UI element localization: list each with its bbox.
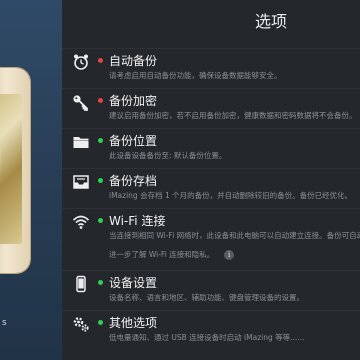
archive-tray-icon [72,173,90,191]
device-screen [0,94,22,244]
option-label: 备份存档 [109,174,158,188]
option-backup-encryption[interactable]: 备份加密 建议启用备份加密，若不启用备份加密，健康数据和密码数据将不会备份。 [62,88,360,128]
device-image [0,68,30,273]
folder-icon [72,133,90,151]
phone-icon [72,275,90,293]
wifi-privacy-link[interactable]: 进一步了解 Wi-Fi 连接和隐私。 [109,250,214,259]
option-description: 请考虑启用自动备份功能，确保设备数据能够安全。 [109,71,282,80]
option-description: 设备名称、语言和地区、辅助功能、键盘管理设备的设置。 [109,293,304,302]
status-dot [98,58,103,63]
option-backup-archive[interactable]: 备份存档 iMazing 会存档 1 个月的备份，并自动删除较旧的备份。备份已经… [62,168,360,208]
option-label: 设备设置 [109,276,158,290]
info-icon[interactable]: i [224,250,235,260]
option-label: Wi-Fi 连接 [109,214,166,228]
status-dot [98,138,103,143]
option-wifi-connection[interactable]: Wi-Fi 连接 当连接到相同 Wi-Fi 网络时，此设备和此电脑可以自动建立连… [62,208,360,270]
options-panel: 选项 自动备份 请考虑启用自动备份功能，确保设备数据能够安全。 备份加密 建议启… [62,0,360,360]
option-description: 当连接到相同 Wi-Fi 网络时，此设备和此电脑可以自动建立连接。备份可自动 [109,231,360,240]
wifi-icon [72,213,90,231]
option-backup-location[interactable]: 备份位置 此设备设备备份至: 默认备份位置。 [62,128,360,168]
key-icon [72,93,90,111]
page-title: 选项 [254,12,287,31]
status-dot [98,320,103,325]
status-dot [98,98,103,103]
option-description: 此设备设备备份至: 默认备份位置。 [109,151,227,160]
device-footer-text: s [2,318,7,328]
option-description: 建议启用备份加密，若不启用备份加密，健康数据和密码数据将不会备份。 [109,111,357,120]
option-device-settings[interactable]: 设备设置 设备名称、语言和地区、辅助功能、键盘管理设备的设置。 [62,270,360,310]
option-label: 其他选项 [109,316,158,330]
status-dot [98,178,103,183]
option-description: iMazing 会存档 1 个月的备份，并自动删除较旧的备份。备份已经优化。 [109,191,353,200]
alarm-clock-icon [72,53,90,71]
status-dot [98,218,103,223]
device-panel: s [0,0,62,360]
option-label: 自动备份 [109,54,158,68]
option-description: 低电量通知、通过 USB 连接设备时启动 iMazing 等等...... [109,333,305,342]
option-other-options[interactable]: 其他选项 低电量通知、通过 USB 连接设备时启动 iMazing 等等....… [62,310,360,350]
option-label: 备份加密 [109,94,158,108]
gears-icon [72,315,90,333]
option-auto-backup[interactable]: 自动备份 请考虑启用自动备份功能，确保设备数据能够安全。 [62,48,360,88]
options-list: 自动备份 请考虑启用自动备份功能，确保设备数据能够安全。 备份加密 建议启用备份… [62,48,360,350]
option-label: 备份位置 [109,134,158,148]
status-dot [98,280,103,285]
